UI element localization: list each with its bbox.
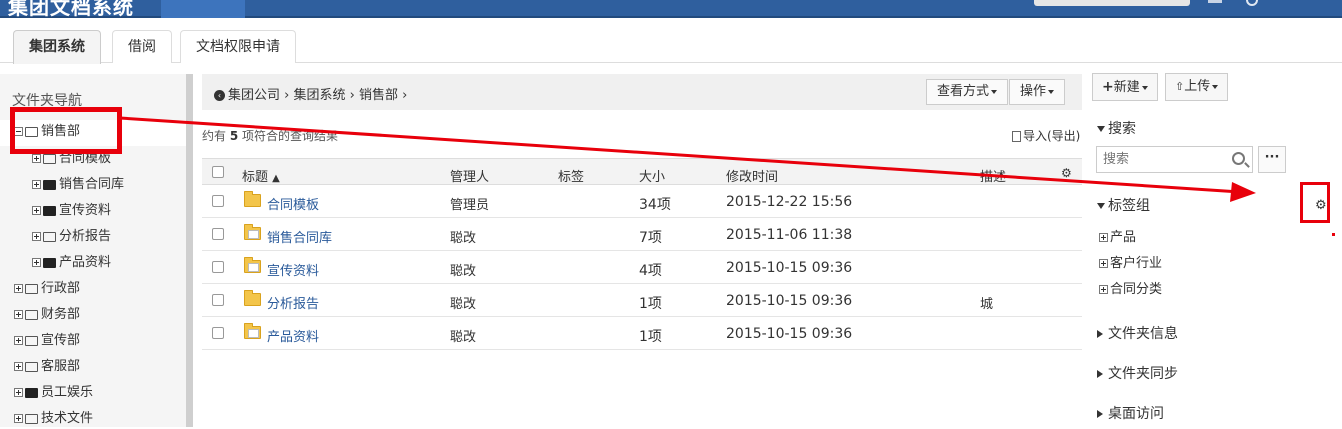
arrow-line [119, 116, 1241, 194]
annotation-arrow [119, 116, 1256, 202]
arrow-head [1230, 182, 1256, 202]
